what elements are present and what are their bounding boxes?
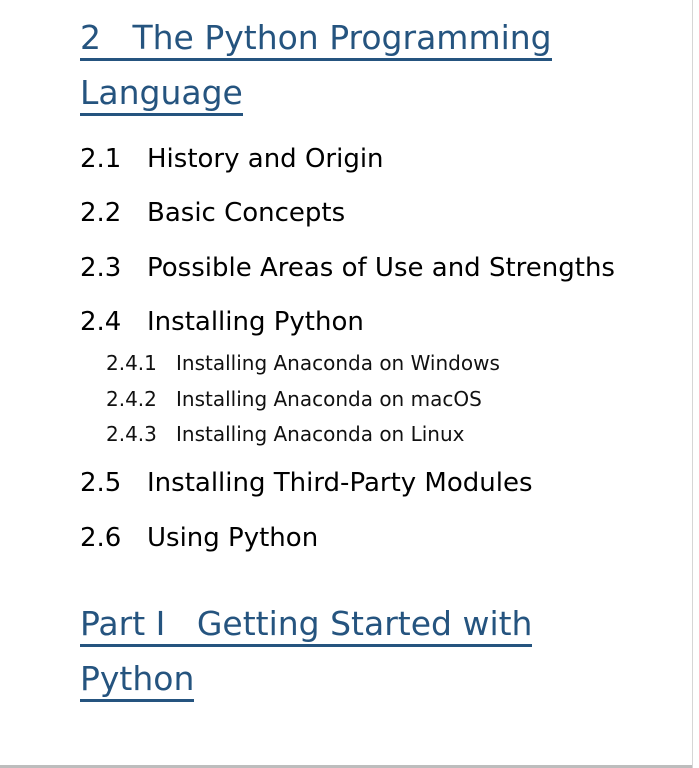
toc-entry-number: 2.2 (80, 198, 122, 228)
toc-entry-2-5[interactable]: 2.5 Installing Third-Party Modules (80, 468, 533, 498)
chapter-title-line-2[interactable]: Language (80, 75, 243, 116)
toc-entry-2-1[interactable]: 2.1 History and Origin (80, 144, 384, 174)
chapter-title-line-1[interactable]: 2 The Python Programming (80, 20, 552, 61)
toc-entry-2-4-2[interactable]: 2.4.2 Installing Anaconda on macOS (106, 387, 482, 411)
toc-entry-number: 2.3 (80, 253, 122, 283)
chapter-2-heading-link-continued[interactable]: Language (80, 65, 243, 121)
part-title-line-1[interactable]: Part I Getting Started with (80, 606, 533, 647)
toc-entry-2-2[interactable]: 2.2 Basic Concepts (80, 198, 345, 228)
part-title-line-2[interactable]: Python (80, 661, 195, 702)
document-page: 2 The Python Programming Language 2.1 Hi… (0, 0, 690, 768)
toc-entry-2-4[interactable]: 2.4 Installing Python (80, 307, 364, 337)
toc-entry-number: 2.1 (80, 144, 122, 174)
toc-entry-2-4-3[interactable]: 2.4.3 Installing Anaconda on Linux (106, 422, 464, 446)
toc-entry-title: Possible Areas of Use and Strengths (147, 253, 615, 283)
toc-entry-2-3[interactable]: 2.3 Possible Areas of Use and Strengths (80, 253, 615, 283)
toc-subentry-number: 2.4.3 (106, 422, 157, 446)
toc-entry-title: Basic Concepts (147, 198, 346, 228)
toc-subentry-number: 2.4.1 (106, 351, 157, 375)
part-1-heading-link[interactable]: Part I Getting Started with (80, 596, 533, 652)
toc-entry-title: Using Python (147, 523, 319, 553)
toc-subentry-title: Installing Anaconda on macOS (176, 387, 482, 411)
toc-entry-number: 2.6 (80, 523, 122, 553)
toc-entry-2-6[interactable]: 2.6 Using Python (80, 523, 318, 553)
chapter-2-heading-link[interactable]: 2 The Python Programming (80, 10, 552, 66)
toc-entry-title: Installing Third-Party Modules (147, 468, 533, 498)
toc-entry-title: History and Origin (147, 144, 384, 174)
toc-subentry-title: Installing Anaconda on Linux (176, 422, 465, 446)
toc-entry-2-4-1[interactable]: 2.4.1 Installing Anaconda on Windows (106, 351, 500, 375)
toc-subentry-number: 2.4.2 (106, 387, 157, 411)
toc-entry-number: 2.5 (80, 468, 122, 498)
toc-subentry-title: Installing Anaconda on Windows (176, 351, 500, 375)
part-1-heading-link-continued[interactable]: Python (80, 651, 195, 707)
toc-entry-number: 2.4 (80, 307, 122, 337)
page-right-border (692, 0, 693, 768)
toc-entry-title: Installing Python (147, 307, 364, 337)
